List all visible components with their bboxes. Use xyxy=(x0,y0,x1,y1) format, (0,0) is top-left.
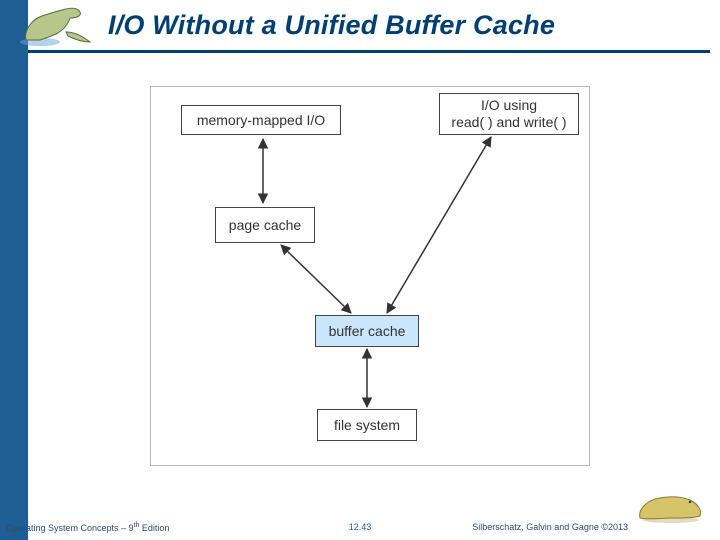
diagram-canvas: memory-mapped I/O I/O using read( ) and … xyxy=(150,86,590,466)
slide-root: I/O Without a Unified Buffer Cache memor… xyxy=(0,0,720,540)
node-label: page cache xyxy=(229,217,301,234)
accent-stripe xyxy=(0,0,28,540)
title-underline xyxy=(28,50,710,53)
dinosaur-blue-icon xyxy=(18,2,98,48)
node-label: file system xyxy=(334,417,400,434)
slide-title: I/O Without a Unified Buffer Cache xyxy=(108,10,708,41)
footer-copyright: Silberschatz, Galvin and Gagne ©2013 xyxy=(472,522,628,532)
node-label: I/O using read( ) and write( ) xyxy=(451,97,566,131)
slide-footer: Operating System Concepts – 9th Edition … xyxy=(0,518,720,536)
node-label: buffer cache xyxy=(329,323,406,340)
title-area: I/O Without a Unified Buffer Cache xyxy=(28,0,720,45)
node-page-cache: page cache xyxy=(215,207,315,243)
node-buffer-cache: buffer cache xyxy=(315,315,419,347)
node-io-read-write: I/O using read( ) and write( ) xyxy=(439,93,579,135)
node-memory-mapped-io: memory-mapped I/O xyxy=(181,105,341,135)
node-file-system: file system xyxy=(317,409,417,441)
node-label: memory-mapped I/O xyxy=(197,112,325,129)
